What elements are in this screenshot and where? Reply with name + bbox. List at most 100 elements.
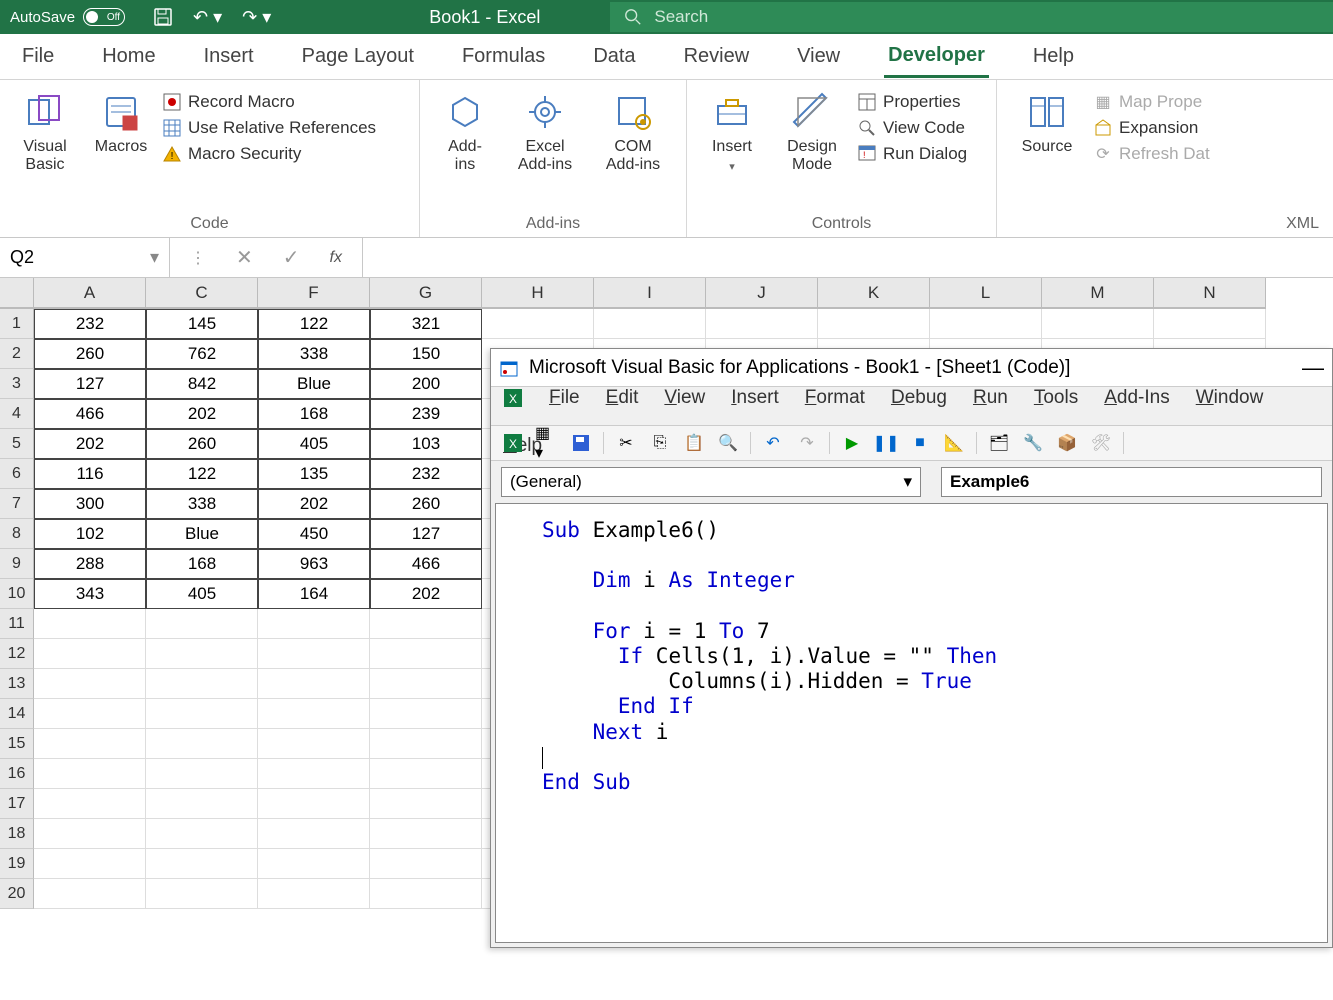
cell[interactable] bbox=[818, 309, 930, 339]
tab-page-layout[interactable]: Page Layout bbox=[298, 37, 418, 76]
cell[interactable] bbox=[34, 819, 146, 849]
column-header[interactable]: C bbox=[146, 278, 258, 308]
run-dialog-button[interactable]: ! Run Dialog bbox=[857, 144, 967, 164]
cell[interactable] bbox=[146, 819, 258, 849]
paste-icon[interactable]: 📋 bbox=[682, 431, 706, 455]
cell[interactable] bbox=[34, 699, 146, 729]
copy-icon[interactable]: ⎘ bbox=[648, 431, 672, 455]
cell[interactable]: 168 bbox=[146, 549, 258, 579]
cell[interactable]: 450 bbox=[258, 519, 370, 549]
cell[interactable] bbox=[1042, 309, 1154, 339]
vba-menu-add-ins[interactable]: Add-Ins bbox=[1104, 387, 1170, 409]
cell[interactable]: 127 bbox=[370, 519, 482, 549]
cell[interactable] bbox=[370, 699, 482, 729]
cell[interactable]: 127 bbox=[34, 369, 146, 399]
undo-icon[interactable]: ↶ bbox=[761, 431, 785, 455]
properties-button[interactable]: Properties bbox=[857, 92, 967, 112]
row-header[interactable]: 1 bbox=[0, 309, 34, 339]
cell[interactable] bbox=[258, 729, 370, 759]
visual-basic-button[interactable]: Visual Basic bbox=[10, 84, 80, 211]
row-header[interactable]: 20 bbox=[0, 879, 34, 909]
cell[interactable] bbox=[146, 849, 258, 879]
vba-object-dropdown[interactable]: (General)▾ bbox=[501, 467, 921, 497]
confirm-icon[interactable]: ✓ bbox=[283, 245, 300, 270]
column-header[interactable]: A bbox=[34, 278, 146, 308]
cell[interactable]: 338 bbox=[146, 489, 258, 519]
cell[interactable]: 405 bbox=[258, 429, 370, 459]
cell[interactable]: 466 bbox=[370, 549, 482, 579]
cell[interactable] bbox=[370, 759, 482, 789]
row-header[interactable]: 6 bbox=[0, 459, 34, 489]
cell[interactable] bbox=[482, 309, 594, 339]
cell[interactable]: 260 bbox=[370, 489, 482, 519]
vba-excel-icon[interactable]: X bbox=[503, 388, 523, 408]
row-header[interactable]: 5 bbox=[0, 429, 34, 459]
formula-input[interactable] bbox=[362, 238, 1333, 277]
com-addins-button[interactable]: COM Add-ins bbox=[590, 84, 676, 211]
pause-icon[interactable]: ❚❚ bbox=[874, 431, 898, 455]
cell[interactable]: 260 bbox=[34, 339, 146, 369]
cell[interactable] bbox=[258, 849, 370, 879]
column-header[interactable]: M bbox=[1042, 278, 1154, 308]
tab-data[interactable]: Data bbox=[589, 37, 639, 76]
vba-menu-file[interactable]: File bbox=[549, 387, 580, 409]
cell[interactable]: 202 bbox=[34, 429, 146, 459]
macros-button[interactable]: Macros bbox=[86, 84, 156, 211]
row-header[interactable]: 13 bbox=[0, 669, 34, 699]
toggle-off-icon[interactable]: Off bbox=[83, 8, 125, 26]
cell[interactable]: 135 bbox=[258, 459, 370, 489]
column-header[interactable]: K bbox=[818, 278, 930, 308]
cell[interactable] bbox=[34, 609, 146, 639]
cell[interactable] bbox=[370, 729, 482, 759]
relative-refs-button[interactable]: Use Relative References bbox=[162, 118, 376, 138]
cell[interactable] bbox=[370, 669, 482, 699]
cell[interactable]: 103 bbox=[370, 429, 482, 459]
cell[interactable] bbox=[370, 639, 482, 669]
cell[interactable]: Blue bbox=[258, 369, 370, 399]
row-header[interactable]: 3 bbox=[0, 369, 34, 399]
cell[interactable] bbox=[146, 609, 258, 639]
cell[interactable]: 239 bbox=[370, 399, 482, 429]
row-header[interactable]: 17 bbox=[0, 789, 34, 819]
cell[interactable] bbox=[34, 759, 146, 789]
cell[interactable]: 405 bbox=[146, 579, 258, 609]
expansion-packs-button[interactable]: Expansion bbox=[1093, 118, 1210, 138]
cell[interactable] bbox=[146, 879, 258, 909]
cell[interactable] bbox=[146, 759, 258, 789]
column-header[interactable]: F bbox=[258, 278, 370, 308]
cell[interactable] bbox=[930, 309, 1042, 339]
cell[interactable]: 300 bbox=[34, 489, 146, 519]
cell[interactable]: 232 bbox=[370, 459, 482, 489]
column-header[interactable]: N bbox=[1154, 278, 1266, 308]
column-header[interactable]: G bbox=[370, 278, 482, 308]
row-header[interactable]: 11 bbox=[0, 609, 34, 639]
cell[interactable] bbox=[34, 849, 146, 879]
cell[interactable]: 150 bbox=[370, 339, 482, 369]
cell[interactable] bbox=[370, 819, 482, 849]
record-macro-button[interactable]: Record Macro bbox=[162, 92, 376, 112]
excel-addins-button[interactable]: Excel Add-ins bbox=[506, 84, 584, 211]
row-header[interactable]: 15 bbox=[0, 729, 34, 759]
autosave-toggle[interactable]: AutoSave Off bbox=[0, 8, 135, 26]
cell[interactable]: 321 bbox=[370, 309, 482, 339]
cancel-icon[interactable]: ✕ bbox=[236, 245, 253, 270]
cell[interactable] bbox=[258, 819, 370, 849]
run-icon[interactable]: ▶ bbox=[840, 431, 864, 455]
vba-menu-debug[interactable]: Debug bbox=[891, 387, 947, 409]
cell[interactable]: 842 bbox=[146, 369, 258, 399]
row-header[interactable]: 12 bbox=[0, 639, 34, 669]
cell[interactable] bbox=[258, 639, 370, 669]
cell[interactable]: 338 bbox=[258, 339, 370, 369]
vba-procedure-dropdown[interactable]: Example6 bbox=[941, 467, 1322, 497]
cell[interactable] bbox=[34, 669, 146, 699]
cell[interactable] bbox=[146, 699, 258, 729]
properties-icon[interactable]: 🔧 bbox=[1021, 431, 1045, 455]
vba-menu-tools[interactable]: Tools bbox=[1034, 387, 1078, 409]
tab-formulas[interactable]: Formulas bbox=[458, 37, 549, 76]
cell[interactable] bbox=[258, 789, 370, 819]
project-icon[interactable]: 🗂 bbox=[987, 431, 1011, 455]
row-header[interactable]: 19 bbox=[0, 849, 34, 879]
addins-button[interactable]: Add- ins bbox=[430, 84, 500, 211]
tab-home[interactable]: Home bbox=[98, 37, 159, 76]
vba-save-icon[interactable] bbox=[569, 431, 593, 455]
